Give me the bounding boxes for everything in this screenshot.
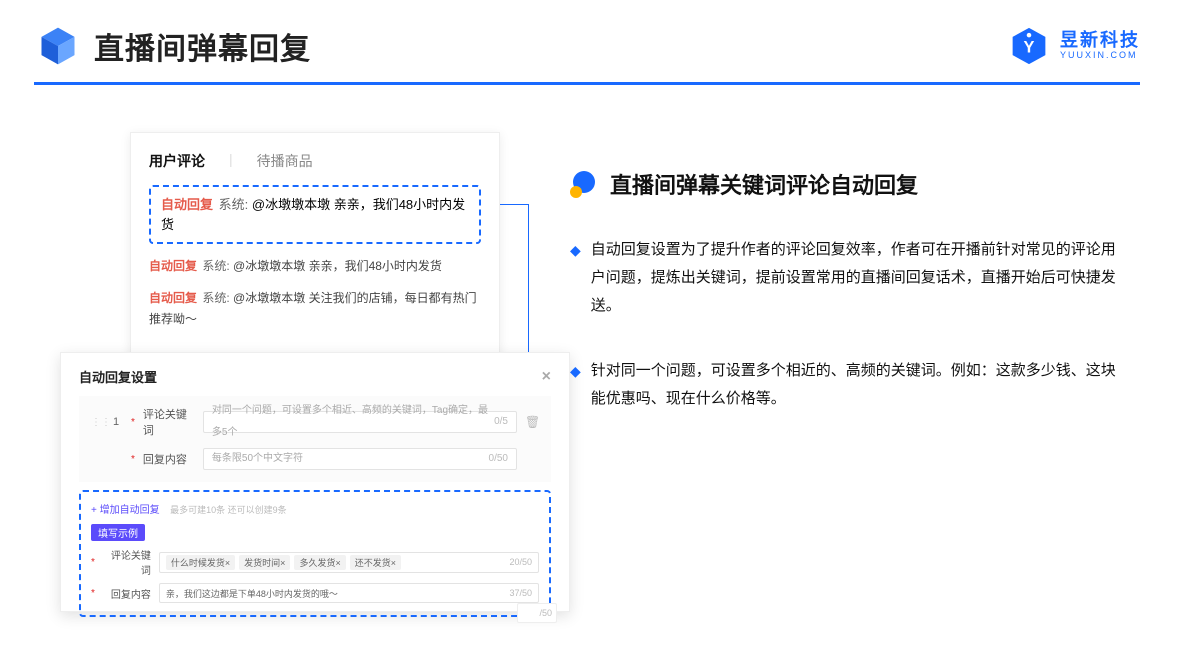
cube-icon bbox=[34, 22, 82, 70]
sys-label: 系统: bbox=[202, 259, 229, 273]
sys-label: 系统: bbox=[202, 291, 229, 305]
header-divider bbox=[34, 82, 1140, 85]
paragraph-2: 针对同一个问题，可设置多个相近的、高频的关键词。例如：这款多少钱、这块能优惠吗、… bbox=[591, 357, 1130, 413]
svg-text:Y: Y bbox=[1024, 38, 1035, 56]
comments-panel: 用户评论 | 待播商品 自动回复 系统: @冰墩墩本墩 亲亲，我们48小时内发货… bbox=[130, 132, 500, 372]
ghost-count: /50 bbox=[517, 603, 557, 623]
add-hint: 最多可建10条 还可以创建9条 bbox=[170, 505, 287, 515]
brand-name-en: YUUXIN.COM bbox=[1060, 51, 1140, 61]
example-keyword-label: 评论关键词 bbox=[103, 547, 151, 577]
diamond-bullet-icon: ◆ bbox=[570, 237, 581, 319]
keyword-input[interactable]: 对同一个问题，可设置多个相近、高频的关键词，Tag确定，最多5个 0/5 bbox=[203, 411, 517, 433]
required-star-icon: * bbox=[91, 588, 95, 599]
content-input[interactable]: 每条限50个中文字符 0/50 bbox=[203, 448, 517, 470]
tab-separator: | bbox=[229, 151, 233, 171]
section-title: 直播间弹幕关键词评论自动回复 bbox=[610, 168, 918, 200]
example-content-label: 回复内容 bbox=[103, 586, 151, 601]
keyword-label: 评论关键词 bbox=[143, 406, 195, 438]
example-section: + 增加自动回复 最多可建10条 还可以创建9条 填写示例 * 评论关键词 什么… bbox=[79, 490, 551, 617]
delete-icon[interactable]: 🗑 bbox=[525, 415, 539, 429]
example-badge: 填写示例 bbox=[91, 524, 145, 541]
add-auto-reply-link[interactable]: + 增加自动回复 bbox=[91, 505, 160, 516]
section-bullet-icon bbox=[570, 170, 598, 198]
required-star-icon: * bbox=[131, 454, 135, 465]
brand-name-cn: 昱新科技 bbox=[1060, 31, 1140, 51]
brand-logo-icon: Y bbox=[1008, 25, 1050, 67]
brand: Y 昱新科技 YUUXIN.COM bbox=[1008, 25, 1140, 67]
example-content-input[interactable]: 亲，我们这边都是下单48小时内发货的哦～ 37/50 bbox=[159, 583, 539, 603]
keyword-placeholder: 对同一个问题，可设置多个相近、高频的关键词，Tag确定，最多5个 bbox=[212, 400, 494, 444]
tab-pending-goods[interactable]: 待播商品 bbox=[257, 151, 313, 171]
sys-label: 系统: bbox=[219, 197, 249, 212]
drag-handle-icon[interactable]: ⋮⋮ bbox=[91, 417, 101, 428]
comment-text: @冰墩墩本墩 关注我们的店铺，每日都有热门推荐呦～ bbox=[149, 291, 477, 325]
example-content-count: 37/50 bbox=[509, 588, 532, 598]
required-star-icon: * bbox=[91, 557, 95, 568]
auto-reply-tag: 自动回复 bbox=[149, 291, 197, 305]
keyword-chip[interactable]: 发货时间× bbox=[239, 555, 290, 570]
content-label: 回复内容 bbox=[143, 451, 195, 467]
keyword-chip[interactable]: 什么时候发货× bbox=[166, 555, 235, 570]
auto-reply-settings-modal: 自动回复设置 × ⋮⋮ 1 * 评论关键词 对同一个问题，可设置多个相近、高频的… bbox=[60, 352, 570, 612]
close-icon[interactable]: × bbox=[542, 368, 551, 386]
settings-title: 自动回复设置 bbox=[79, 367, 157, 386]
keyword-chip[interactable]: 还不发货× bbox=[350, 555, 401, 570]
auto-reply-tag: 自动回复 bbox=[161, 197, 213, 212]
tab-user-comments[interactable]: 用户评论 bbox=[149, 151, 205, 171]
comment-item: 自动回复 系统: @冰墩墩本墩 关注我们的店铺，每日都有热门推荐呦～ bbox=[149, 288, 481, 329]
content-count: 0/50 bbox=[489, 448, 508, 470]
page-title: 直播间弹幕回复 bbox=[94, 24, 311, 68]
content-placeholder: 每条限50个中文字符 bbox=[212, 448, 303, 470]
paragraph-1: 自动回复设置为了提升作者的评论回复效率，作者可在开播前针对常见的评论用户问题，提… bbox=[591, 236, 1130, 319]
highlighted-comment: 自动回复 系统: @冰墩墩本墩 亲亲，我们48小时内发货 bbox=[149, 185, 481, 244]
comment-item: 自动回复 系统: @冰墩墩本墩 亲亲，我们48小时内发货 bbox=[149, 256, 481, 276]
auto-reply-tag: 自动回复 bbox=[149, 259, 197, 273]
diamond-bullet-icon: ◆ bbox=[570, 358, 581, 413]
required-star-icon: * bbox=[131, 417, 135, 428]
comment-text: @冰墩墩本墩 亲亲，我们48小时内发货 bbox=[233, 259, 442, 273]
example-keyword-chipbox[interactable]: 什么时候发货× 发货时间× 多久发货× 还不发货× 20/50 bbox=[159, 552, 539, 573]
keyword-chip[interactable]: 多久发货× bbox=[294, 555, 345, 570]
rule-index: 1 bbox=[109, 416, 123, 428]
keyword-count: 0/5 bbox=[494, 411, 508, 433]
example-content-text: 亲，我们这边都是下单48小时内发货的哦～ bbox=[166, 587, 338, 600]
example-keyword-count: 20/50 bbox=[509, 557, 532, 567]
